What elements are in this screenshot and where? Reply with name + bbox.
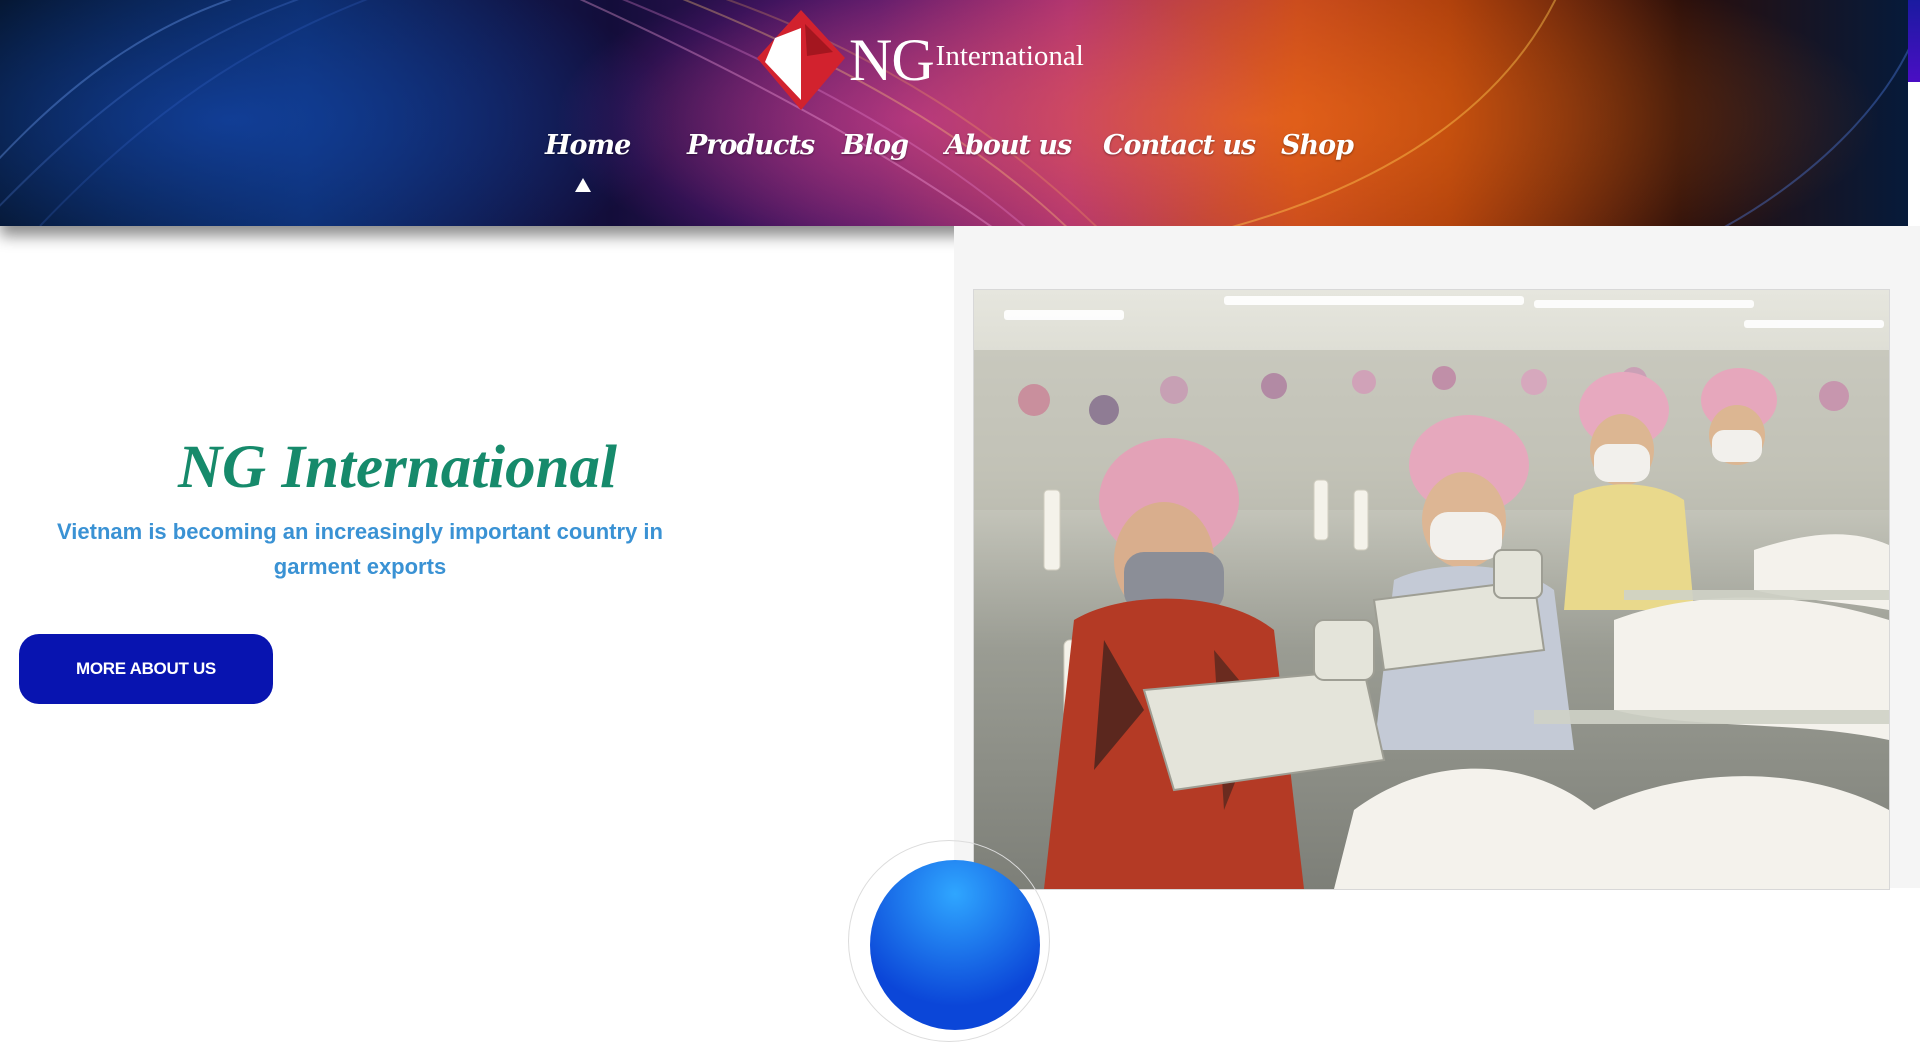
garment-factory-photo	[973, 289, 1890, 890]
site-header: NG International Home Products Blog Abou…	[0, 0, 1908, 226]
hero-title: NG International	[178, 434, 617, 501]
nav-item-about-us[interactable]: About us	[945, 130, 1072, 161]
hero-subtitle: Vietnam is becoming an increasingly impo…	[57, 519, 663, 579]
decorative-blue-circle	[870, 860, 1040, 1030]
main-navigation: Home Products Blog About us Contact us S…	[0, 130, 1908, 180]
factory-illustration	[974, 296, 1889, 889]
nav-item-home[interactable]: Home	[545, 130, 631, 161]
logo-mark-icon	[757, 10, 845, 110]
nav-item-blog[interactable]: Blog	[842, 130, 909, 161]
scroll-accent[interactable]	[1908, 0, 1920, 82]
nav-item-contact-us[interactable]: Contact us	[1103, 130, 1256, 161]
more-about-us-button[interactable]: MORE ABOUT US	[19, 634, 273, 704]
active-nav-indicator-icon	[575, 178, 591, 192]
nav-item-shop[interactable]: Shop	[1281, 130, 1354, 161]
logo-wordmark-ng: NG	[849, 27, 935, 93]
logo-wordmark-international: International	[935, 39, 1084, 72]
site-logo[interactable]: NG International	[755, 8, 1135, 112]
nav-item-products[interactable]: Products	[687, 130, 815, 161]
